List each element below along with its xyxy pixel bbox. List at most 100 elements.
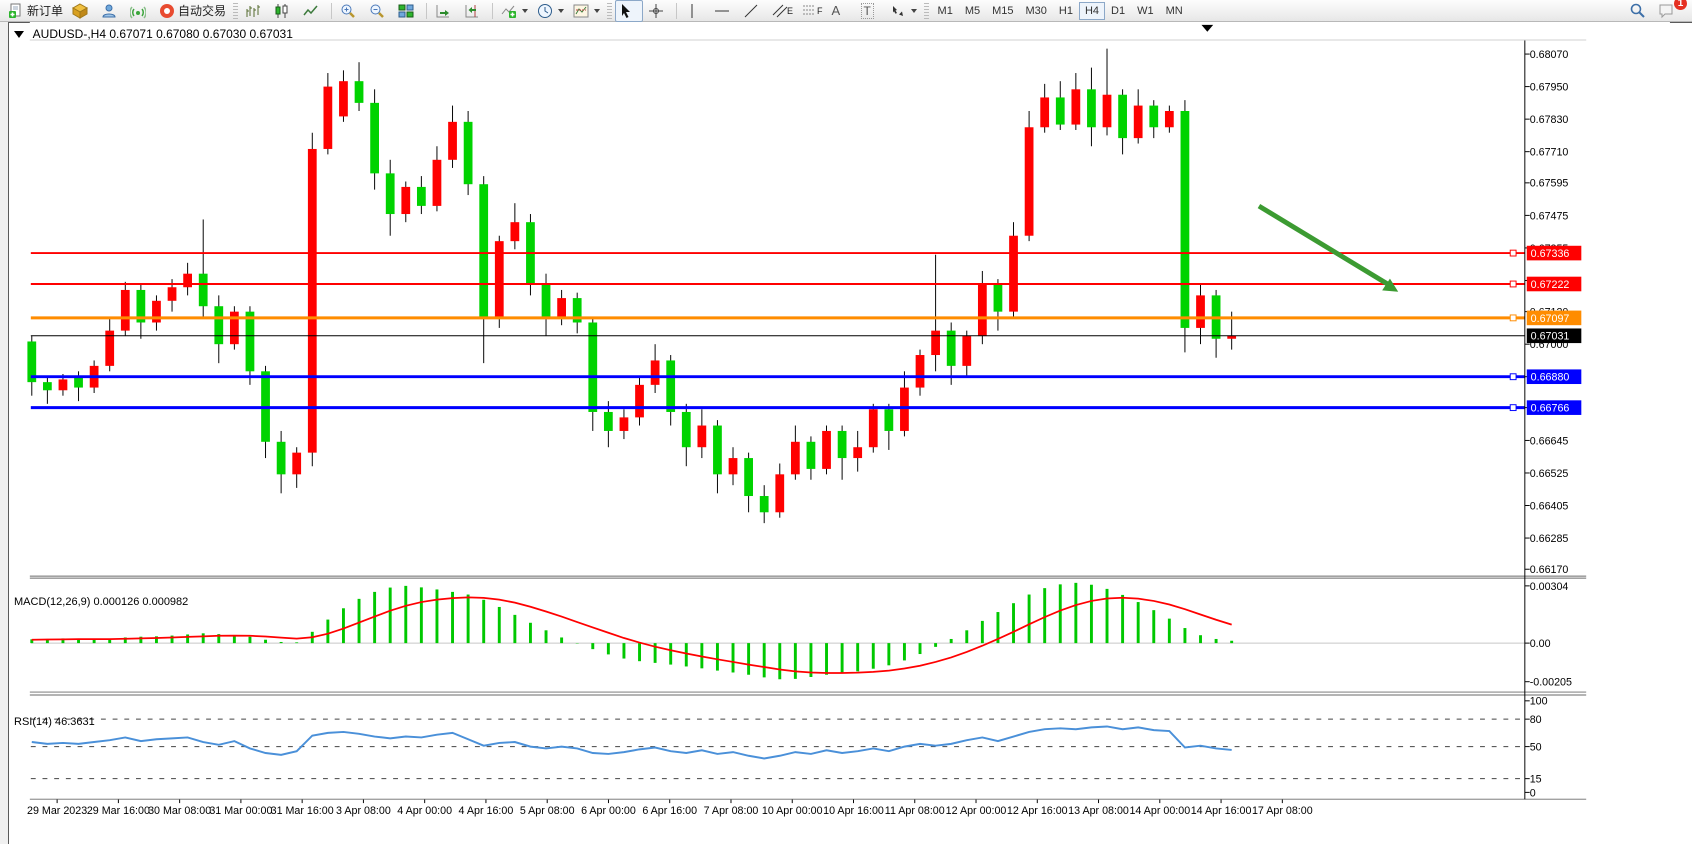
- candle-up: [1165, 111, 1174, 127]
- time-tick-label: 4 Apr 16:00: [459, 805, 514, 817]
- crosshair-icon: [648, 3, 664, 19]
- time-tick-label: 13 Apr 08:00: [1068, 805, 1129, 817]
- toolbar-grip[interactable]: [607, 3, 612, 19]
- timeframe-H1[interactable]: H1: [1053, 2, 1079, 20]
- candle-down: [1056, 97, 1065, 124]
- auto-trading-label: 自动交易: [178, 2, 226, 19]
- toolbar-grip[interactable]: [924, 3, 929, 19]
- time-tick-label: 4 Apr 00:00: [397, 805, 452, 817]
- time-tick-label: 11 Apr 08:00: [885, 805, 945, 817]
- timeframe-M15[interactable]: M15: [986, 2, 1019, 20]
- text-label-tool-button[interactable]: T: [857, 0, 885, 22]
- candlestick-icon: [274, 3, 290, 19]
- timeframe-M5[interactable]: M5: [959, 2, 986, 20]
- time-tick-label: 7 Apr 08:00: [704, 805, 759, 817]
- auto-trading-button[interactable]: 自动交易: [155, 0, 230, 22]
- price-chart-canvas[interactable]: 0.680700.679500.678300.677100.675950.674…: [0, 22, 1692, 844]
- time-tick-label: 29 Mar 16:00: [87, 805, 150, 817]
- candle-up: [900, 388, 909, 431]
- timeframe-bar: M1M5M15M30H1H4D1W1MN: [932, 2, 1189, 20]
- candle-up: [931, 331, 940, 355]
- publisher-button[interactable]: [97, 0, 125, 22]
- hline-anchor: [1510, 315, 1516, 321]
- candle-up: [121, 290, 130, 331]
- time-tick-label: 14 Apr 16:00: [1191, 805, 1252, 817]
- line-chart-button[interactable]: [299, 0, 327, 22]
- notification-badge: 1: [1674, 0, 1687, 10]
- candlestick-chart-button[interactable]: [270, 0, 298, 22]
- candle-down: [838, 431, 847, 458]
- new-order-button[interactable]: 新订单: [4, 0, 67, 22]
- candle-up: [1134, 106, 1143, 139]
- text-tool-button[interactable]: A: [828, 0, 856, 22]
- candle-down: [994, 285, 1003, 312]
- metaquotes-button[interactable]: [68, 0, 96, 22]
- vertical-line-icon: [685, 3, 699, 19]
- chart-title: AUDUSD-,H4 0.67071 0.67080 0.67030 0.670…: [14, 27, 293, 41]
- price-tick-label: 0.66285: [1530, 533, 1569, 545]
- timeframe-M30[interactable]: M30: [1020, 2, 1053, 20]
- chart-shift-icon: [464, 3, 480, 19]
- candle-up: [962, 336, 971, 366]
- time-tick-label: 31 Mar 00:00: [209, 805, 272, 817]
- zoom-out-icon: [369, 3, 385, 19]
- timeframe-H4[interactable]: H4: [1079, 2, 1105, 20]
- add-indicator-icon: [501, 3, 517, 19]
- notifications-button[interactable]: 1: [1654, 0, 1682, 22]
- candle-down: [744, 458, 753, 496]
- candle-up: [323, 87, 332, 149]
- price-tick-label: 0.67710: [1530, 147, 1569, 159]
- price-tick-label: 0.66170: [1530, 564, 1569, 576]
- tile-windows-button[interactable]: [394, 0, 422, 22]
- templates-button[interactable]: [569, 0, 604, 22]
- equidistant-channel-tool-button[interactable]: E: [768, 0, 797, 22]
- price-line-label: 0.67222: [1531, 279, 1570, 291]
- chart-shift-button[interactable]: [460, 0, 488, 22]
- toolbar-grip[interactable]: [233, 3, 238, 19]
- time-tick-label: 5 Apr 08:00: [520, 805, 575, 817]
- time-tick-label: 10 Apr 00:00: [762, 805, 823, 817]
- vertical-line-tool-button[interactable]: [681, 0, 709, 22]
- candle-up: [433, 160, 442, 206]
- auto-scroll-button[interactable]: [431, 0, 459, 22]
- horizontal-line-tool-button[interactable]: [710, 0, 738, 22]
- candle-up: [183, 274, 192, 288]
- trendline-tool-button[interactable]: [739, 0, 767, 22]
- rsi-tick-label: 15: [1530, 774, 1542, 786]
- price-tick-label: 0.66405: [1530, 500, 1569, 512]
- time-tick-label: 17 Apr 08:00: [1252, 805, 1313, 817]
- candle-up: [510, 222, 519, 241]
- fibonacci-tool-button[interactable]: F: [798, 0, 827, 22]
- candle-up: [401, 187, 410, 214]
- template-icon: [573, 3, 589, 19]
- candle-up: [1040, 97, 1049, 127]
- candle-down: [386, 173, 395, 214]
- arrows-tool-button[interactable]: [886, 0, 921, 22]
- candle-up: [729, 458, 738, 474]
- candle-up: [1196, 295, 1205, 328]
- hline-anchor: [1510, 405, 1516, 411]
- periods-button[interactable]: [533, 0, 568, 22]
- trendline-icon: [743, 3, 759, 19]
- zoom-out-button[interactable]: [365, 0, 393, 22]
- timeframe-M1[interactable]: M1: [932, 2, 959, 20]
- time-tick-label: 12 Apr 16:00: [1007, 805, 1068, 817]
- candle-up: [853, 447, 862, 458]
- zoom-in-button[interactable]: [336, 0, 364, 22]
- signals-button[interactable]: [126, 0, 154, 22]
- bar-chart-button[interactable]: [241, 0, 269, 22]
- crosshair-tool-button[interactable]: [644, 0, 672, 22]
- tile-windows-icon: [398, 3, 414, 19]
- indicators-button[interactable]: [497, 0, 532, 22]
- search-button[interactable]: [1625, 0, 1653, 22]
- candle-up: [978, 285, 987, 337]
- search-icon: [1629, 2, 1646, 19]
- timeframe-W1[interactable]: W1: [1131, 2, 1160, 20]
- timeframe-D1[interactable]: D1: [1105, 2, 1131, 20]
- price-line-label: 0.66766: [1531, 403, 1570, 415]
- candle-up: [697, 426, 706, 448]
- timeframe-MN[interactable]: MN: [1160, 2, 1189, 20]
- candle-up: [651, 360, 660, 384]
- chart-menu-triangle-icon[interactable]: [14, 31, 24, 38]
- cursor-tool-button[interactable]: [615, 0, 643, 22]
